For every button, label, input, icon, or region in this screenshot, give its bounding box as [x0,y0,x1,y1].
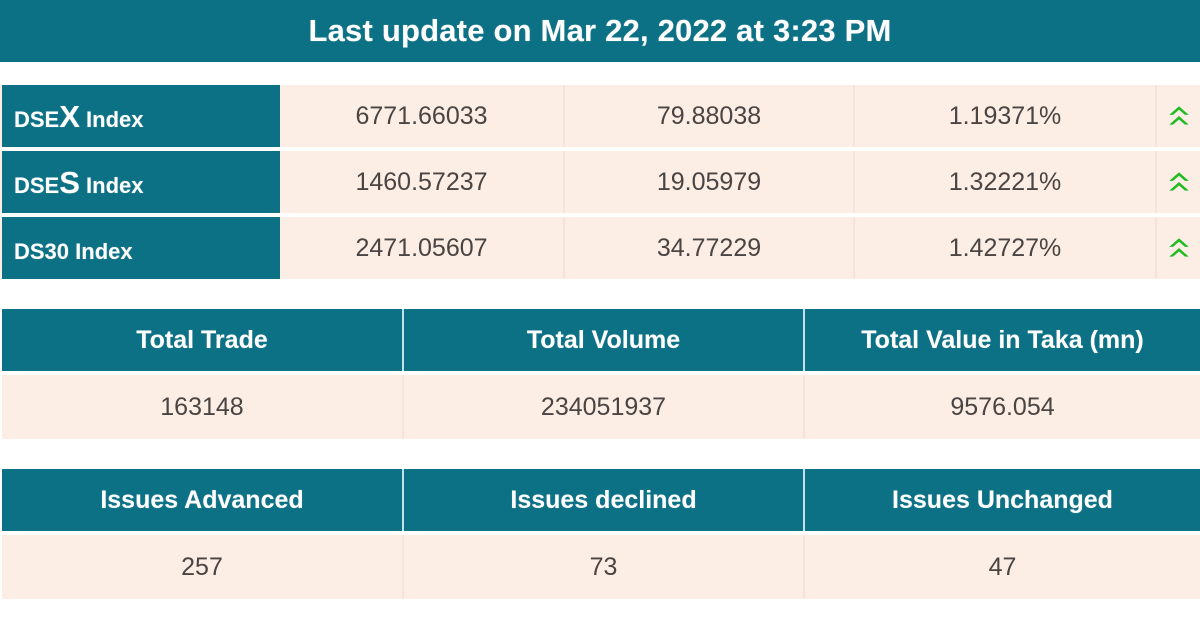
value-total-volume: 234051937 [404,375,805,439]
last-update-title: Last update on Mar 22, 2022 at 3:23 PM [308,13,892,48]
double-chevron-up-icon [1168,106,1189,125]
trade-totals-value-row: 163148 234051937 9576.054 [2,375,1200,439]
index-direction-cell-ds30 [1157,217,1200,279]
value-total-trade: 163148 [2,375,404,439]
index-label-cell-dsex: DSEX Index [2,85,280,147]
value-total-value-taka: 9576.054 [950,392,1055,421]
index-value-dsex: 6771.66033 [280,85,565,147]
index-direction-cell-dsex [1157,85,1200,147]
index-label-dsex: DSEX Index [14,101,144,132]
header-issues-declined: Issues declined [404,469,805,531]
trade-totals-header-row: Total Trade Total Volume Total Value in … [2,309,1200,371]
index-change-dses: 19.05979 [565,151,855,213]
double-chevron-up-icon [1168,172,1189,191]
index-label-prefix: DSE [14,172,60,198]
index-label-suffix: Index [69,238,133,264]
header-total-trade: Total Trade [2,309,404,371]
market-summary-page: Last update on Mar 22, 2022 at 3:23 PM D… [0,0,1200,625]
index-direction-cell-dses [1157,151,1200,213]
issues-header-row: Issues Advanced Issues declined Issues U… [2,469,1200,531]
index-label-big: S [59,164,80,200]
header-issues-advanced: Issues Advanced [2,469,404,531]
issues-value-row: 257 73 47 [2,535,1200,599]
last-update-header: Last update on Mar 22, 2022 at 3:23 PM [0,0,1200,62]
index-label-cell-dses: DSES Index [2,151,280,213]
index-value-ds30: 2471.05607 [280,217,565,279]
index-label-prefix: DSE [14,106,60,132]
index-percent-ds30: 1.42727% [855,217,1157,279]
header-total-volume: Total Volume [404,309,805,371]
double-chevron-up-icon [1168,238,1189,257]
index-label-prefix: DS30 [14,238,70,264]
index-change-dsex: 79.88038 [565,85,855,147]
header-total-value-taka: Total Value in Taka (mn) [861,325,1144,354]
index-percent-dses: 1.32221% [855,151,1157,213]
index-row-dsex: DSEX Index 6771.66033 79.88038 1.19371% [0,85,1200,147]
index-row-ds30: DS30 Index 2471.05607 34.77229 1.42727% [0,217,1200,279]
trade-totals-table: Total Trade Total Volume Total Value in … [0,309,1200,439]
index-label-big: X [59,98,80,134]
index-percent-dsex: 1.19371% [855,85,1157,147]
index-row-dses: DSES Index 1460.57237 19.05979 1.32221% [0,151,1200,213]
value-issues-advanced: 257 [2,535,404,599]
value-issues-unchanged: 47 [988,552,1017,581]
issues-table: Issues Advanced Issues declined Issues U… [0,469,1200,599]
header-issues-unchanged: Issues Unchanged [892,485,1113,514]
index-change-ds30: 34.77229 [565,217,855,279]
index-label-dses: DSES Index [14,167,144,198]
index-label-suffix: Index [79,106,144,132]
index-table: DSEX Index 6771.66033 79.88038 1.19371% … [0,85,1200,279]
value-issues-declined: 73 [404,535,805,599]
index-label-suffix: Index [79,172,144,198]
index-label-ds30: DS30 Index [14,233,133,264]
index-label-cell-ds30: DS30 Index [2,217,280,279]
index-value-dses: 1460.57237 [280,151,565,213]
